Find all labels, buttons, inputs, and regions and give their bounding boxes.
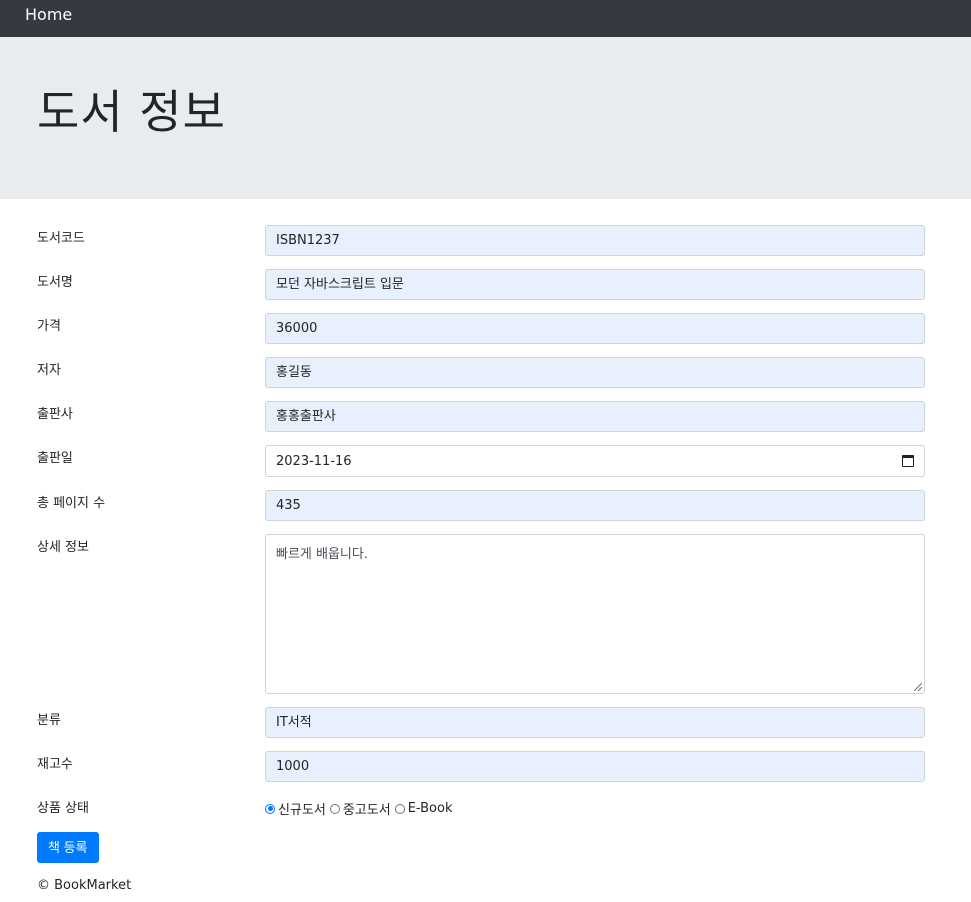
label-category: 분류 [37, 713, 61, 728]
radio-new-label: 신규도서 [278, 803, 326, 818]
row-category: 분류 IT서적 [37, 707, 925, 738]
book-form: 도서코드 ISBN1237 도서명 모던 자바스크립트 입문 가격 36000 … [0, 199, 971, 863]
row-total-pages: 총 페이지 수 435 [37, 490, 925, 521]
description-text: 빠르게 배웁니다. [276, 547, 368, 562]
row-release-date: 출판일 2023-11-16 [37, 445, 925, 477]
author-input[interactable]: 홍길동 [265, 357, 925, 388]
row-author: 저자 홍길동 [37, 357, 925, 388]
label-description: 상세 정보 [37, 540, 89, 555]
home-link[interactable]: Home [25, 5, 72, 24]
jumbotron: 도서 정보 [0, 37, 971, 199]
row-book-name: 도서명 모던 자바스크립트 입문 [37, 269, 925, 300]
label-release-date: 출판일 [37, 451, 73, 466]
page-title: 도서 정보 [37, 85, 226, 139]
radio-ebook[interactable] [394, 803, 405, 814]
label-publisher: 출판사 [37, 407, 73, 422]
release-date-input[interactable]: 2023-11-16 [265, 445, 925, 477]
label-book-id: 도서코드 [37, 231, 85, 246]
label-total-pages: 총 페이지 수 [37, 496, 106, 511]
label-price: 가격 [37, 319, 61, 334]
footer: © BookMarket [0, 863, 971, 893]
row-book-id: 도서코드 ISBN1237 [37, 225, 925, 256]
label-stock: 재고수 [37, 757, 73, 772]
radio-ebook-label: E-Book [407, 801, 453, 816]
stock-input[interactable]: 1000 [265, 751, 925, 782]
navbar: Home [0, 0, 971, 37]
row-stock: 재고수 1000 [37, 751, 925, 782]
row-description: 상세 정보 빠르게 배웁니다. [37, 534, 925, 694]
radio-old[interactable] [329, 803, 340, 814]
row-price: 가격 36000 [37, 313, 925, 344]
label-book-name: 도서명 [37, 275, 73, 290]
book-id-input[interactable]: ISBN1237 [265, 225, 925, 256]
publisher-input[interactable]: 홍홍출판사 [265, 401, 925, 432]
calendar-icon[interactable] [902, 455, 914, 467]
condition-radio-group: 신규도서 중고도서 E-Book [265, 795, 925, 818]
resize-handle-icon[interactable] [914, 683, 922, 691]
row-condition: 상품 상태 신규도서 중고도서 E-Book [37, 795, 925, 818]
radio-old-label: 중고도서 [342, 803, 391, 818]
description-textarea[interactable]: 빠르게 배웁니다. [265, 534, 925, 694]
price-input[interactable]: 36000 [265, 313, 925, 344]
copyright-text: © BookMarket [37, 878, 132, 893]
row-publisher: 출판사 홍홍출판사 [37, 401, 925, 432]
total-pages-input[interactable]: 435 [265, 490, 925, 521]
release-date-value: 2023-11-16 [276, 453, 352, 469]
label-condition: 상품 상태 [37, 801, 89, 816]
register-book-button[interactable]: 책 등록 [37, 832, 99, 863]
book-name-input[interactable]: 모던 자바스크립트 입문 [265, 269, 925, 300]
label-author: 저자 [37, 363, 61, 378]
category-input[interactable]: IT서적 [265, 707, 925, 738]
radio-new[interactable] [265, 803, 275, 814]
